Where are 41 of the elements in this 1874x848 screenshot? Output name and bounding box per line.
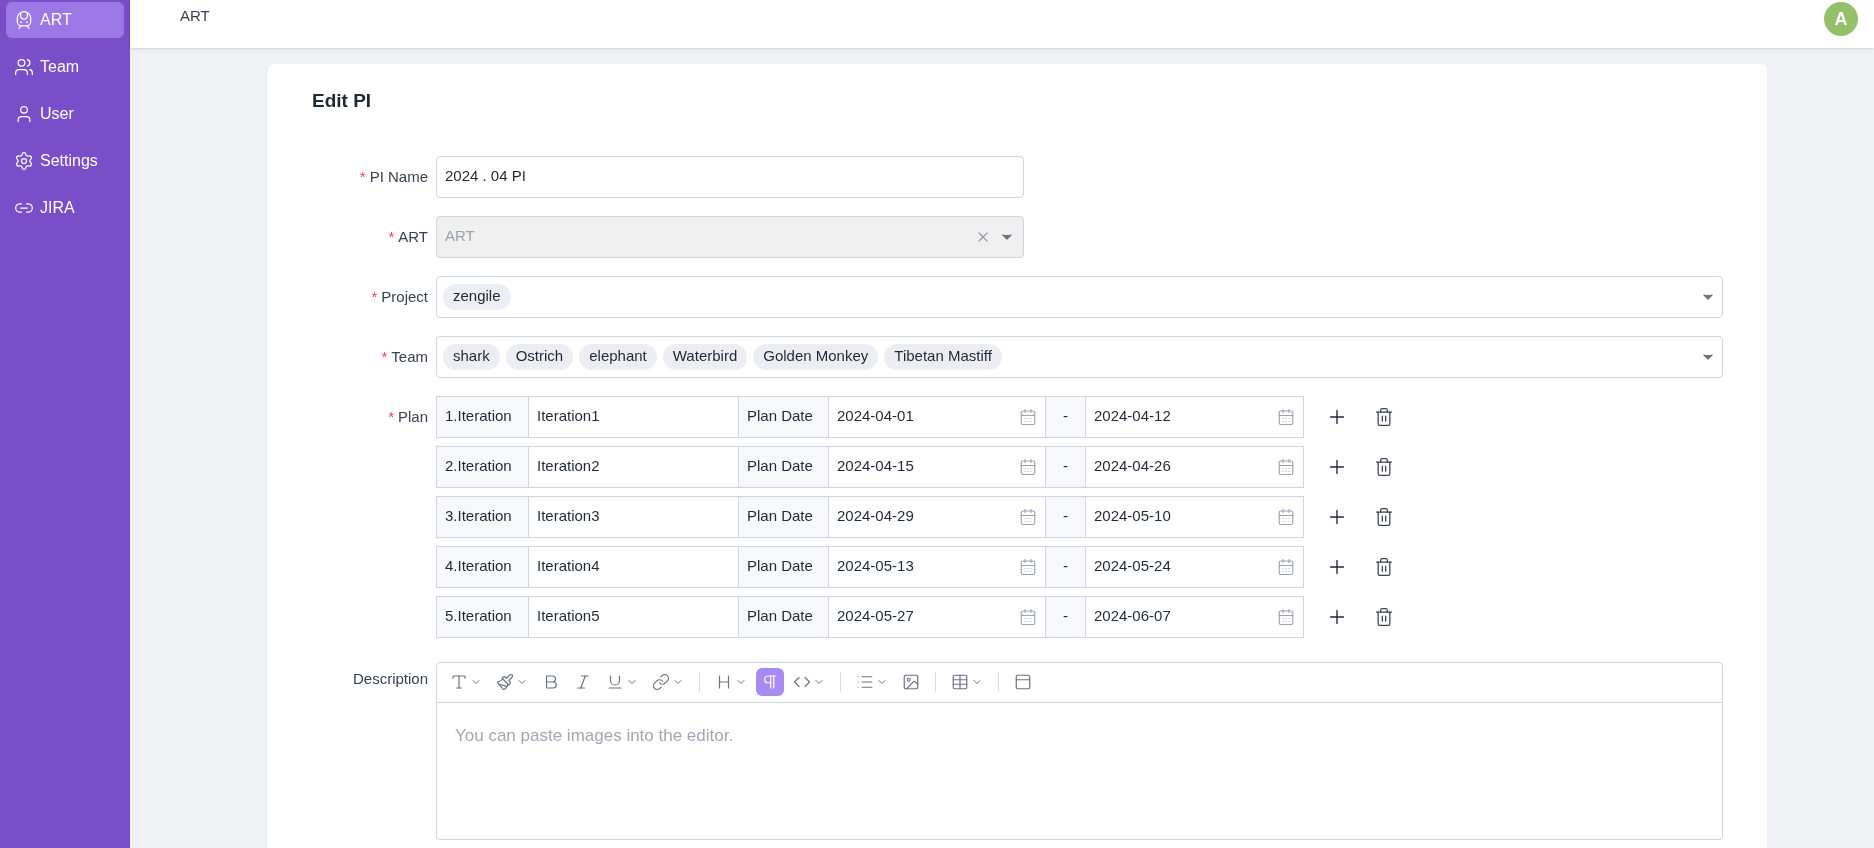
- font-size-icon: [450, 673, 468, 691]
- tag: Waterbird: [662, 343, 748, 370]
- field-label: Description: [352, 669, 428, 687]
- editor-placeholder: You can paste images into the editor.: [455, 725, 734, 745]
- settings-icon: [14, 151, 34, 171]
- underline-icon: [606, 673, 624, 691]
- delete-icon[interactable]: [1374, 406, 1394, 427]
- breadcrumb[interactable]: ART: [180, 4, 210, 28]
- tag: zengile: [443, 283, 511, 310]
- field-label: * Team: [381, 347, 428, 365]
- paragraph-tool-button[interactable]: [756, 668, 784, 696]
- delete-icon[interactable]: [1374, 506, 1394, 527]
- delete-icon[interactable]: [1374, 556, 1394, 577]
- field-label: * Project: [371, 287, 428, 305]
- field-label: * ART: [388, 227, 428, 245]
- tag: Golden Monkey: [753, 343, 879, 370]
- list-icon: [856, 673, 874, 691]
- page-title: Edit PI: [312, 89, 373, 113]
- tag: shark: [443, 343, 500, 370]
- image-icon: [902, 673, 920, 691]
- tag: elephant: [579, 343, 657, 370]
- layout-icon: [1014, 673, 1032, 691]
- tag: Tibetan Mastiff: [884, 343, 1002, 370]
- italic-icon: [574, 673, 592, 691]
- paragraph-icon: [761, 673, 779, 691]
- delete-icon[interactable]: [1374, 456, 1394, 477]
- text-input[interactable]: 2024 . 04 PI: [436, 155, 1024, 198]
- multi-select-field[interactable]: shark Ostrich elephant Waterbird Golden Monkey Tibetan Mastiff: [436, 335, 1723, 378]
- field-label: * Plan: [388, 407, 428, 425]
- sidebar-item[interactable]: User: [6, 96, 124, 132]
- multi-select-field[interactable]: zengile: [436, 275, 1723, 318]
- sidebar-item[interactable]: Settings: [6, 143, 124, 179]
- table-icon: [951, 673, 969, 691]
- sidebar-item[interactable]: Team: [6, 49, 124, 85]
- delete-icon[interactable]: [1374, 606, 1394, 627]
- field-label: * PI Name: [359, 167, 428, 185]
- team-icon: [14, 57, 34, 77]
- tag: Ostrich: [505, 343, 574, 370]
- train-icon: [14, 10, 34, 30]
- sidebar-item[interactable]: JIRA: [6, 190, 124, 226]
- link-icon: [652, 673, 670, 691]
